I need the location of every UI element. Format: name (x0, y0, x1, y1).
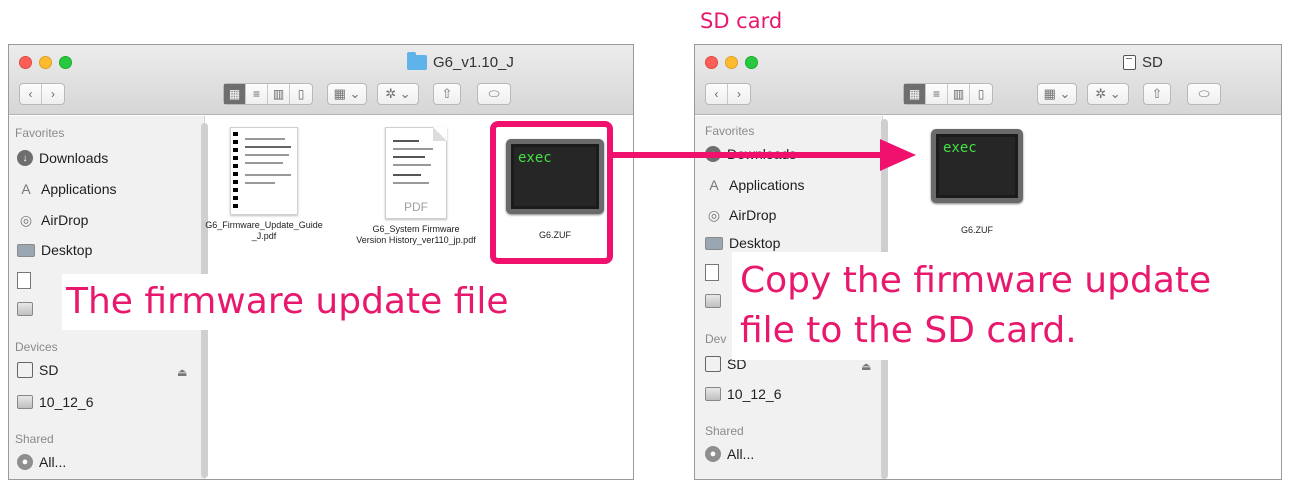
icon-view-button[interactable]: ▦ (904, 84, 926, 104)
downloads-icon: ↓ (17, 150, 33, 166)
forward-button[interactable]: › (728, 84, 750, 104)
sidebar-heading-shared: Shared (15, 432, 54, 446)
share-button[interactable]: ⇧ (433, 83, 461, 105)
folder-icon (407, 51, 427, 70)
callout-line-1: Copy the firmware update (740, 260, 1212, 301)
minimize-button[interactable] (39, 56, 52, 69)
sidebar-item-all[interactable]: ● All... (705, 446, 754, 462)
list-view-button[interactable]: ≡ (926, 84, 948, 104)
highlight-frame (490, 121, 613, 264)
sidebar-item-applications[interactable]: A Applications (17, 180, 116, 198)
column-view-button[interactable]: ▥ (948, 84, 970, 104)
callout-line-2: file to the SD card. (740, 310, 1077, 351)
view-mode-control[interactable]: ▦ ≡ ▥ ▯ (903, 83, 993, 105)
cover-flow-button[interactable]: ▯ (970, 84, 992, 104)
applications-icon: A (21, 181, 31, 197)
documents-icon (17, 272, 31, 289)
sidebar-item-documents[interactable] (705, 264, 719, 281)
view-mode-control[interactable]: ▦ ≡ ▥ ▯ (223, 83, 313, 105)
sidebar-heading-favorites: Favorites (705, 124, 755, 138)
sidebar-item-airdrop[interactable]: ◎ AirDrop (17, 211, 89, 229)
hard-drive-icon (17, 395, 33, 409)
network-icon: ● (705, 446, 721, 462)
copy-arrow-shaft (612, 152, 882, 158)
window-title: SD (1123, 51, 1163, 73)
sidebar-item-all[interactable]: ● All... (17, 454, 66, 470)
icon-view-button[interactable]: ▦ (224, 84, 246, 104)
file-name-cont: Version History_ver110_jp.pdf (356, 235, 476, 245)
share-button[interactable]: ⇧ (1143, 83, 1171, 105)
cover-flow-button[interactable]: ▯ (290, 84, 312, 104)
disk-icon (17, 362, 33, 378)
sidebar-item-desktop[interactable]: Desktop (17, 242, 92, 258)
window-toolbar: G6_v1.10_J ‹ › ▦ ≡ ▥ ▯ ▦ ⌄ ✲ ⌄ ⇧ ⬭ (9, 45, 633, 115)
sidebar-item-hidden[interactable] (705, 294, 721, 308)
desktop-icon (17, 243, 35, 257)
pdf-document-icon (230, 127, 298, 215)
file-name: G6.ZUF (960, 225, 993, 235)
drive-icon (17, 302, 33, 316)
file-name-cont: _J.pdf (251, 231, 277, 241)
callout-firmware-file: The firmware update file (62, 274, 536, 330)
eject-icon[interactable]: ⏏ (861, 360, 871, 373)
drive-icon (705, 294, 721, 308)
copy-arrow-head (880, 139, 916, 171)
sidebar-item-desktop[interactable]: Desktop (705, 235, 780, 251)
minimize-button[interactable] (725, 56, 738, 69)
sidebar-item-hidden[interactable] (17, 302, 33, 316)
documents-icon (705, 264, 719, 281)
file-g6-zuf[interactable]: exec G6.ZUF (927, 129, 1027, 236)
column-view-button[interactable]: ▥ (268, 84, 290, 104)
network-icon: ● (17, 454, 33, 470)
sidebar-item-sd[interactable]: SD (17, 362, 58, 378)
sidebar-item-applications[interactable]: A Applications (705, 176, 804, 194)
eject-icon[interactable]: ⏏ (177, 366, 187, 379)
disk-icon (705, 356, 721, 372)
back-button[interactable]: ‹ (706, 84, 728, 104)
window-title: G6_v1.10_J (407, 51, 514, 73)
sd-card-caption: SD card (700, 9, 783, 33)
action-button[interactable]: ✲ ⌄ (1087, 83, 1129, 105)
airdrop-icon: ◎ (707, 206, 721, 223)
zoom-button[interactable] (59, 56, 72, 69)
sidebar-item-airdrop[interactable]: ◎ AirDrop (705, 206, 777, 224)
back-button[interactable]: ‹ (20, 84, 42, 104)
file-guide-pdf[interactable]: G6_Firmware_Update_Guide _J.pdf (205, 127, 323, 242)
file-name: G6_System Firmware (372, 224, 460, 234)
back-forward-control[interactable]: ‹ › (19, 83, 65, 105)
sidebar-item-downloads[interactable]: ↓ Downloads (17, 150, 108, 166)
window-toolbar: SD ‹ › ▦ ≡ ▥ ▯ ▦ ⌄ ✲ ⌄ ⇧ ⬭ (695, 45, 1281, 115)
pdf-badge: PDF (404, 200, 428, 214)
sidebar-item-documents[interactable] (17, 272, 31, 289)
exec-file-icon: exec (931, 129, 1023, 203)
action-button[interactable]: ✲ ⌄ (377, 83, 419, 105)
zoom-button[interactable] (745, 56, 758, 69)
hard-drive-icon (705, 387, 721, 401)
applications-icon: A (709, 177, 719, 193)
sidebar-item-macintosh-hd[interactable]: 10_12_6 (17, 394, 94, 410)
list-view-button[interactable]: ≡ (246, 84, 268, 104)
callout-copy-instruction: Copy the firmware update file to the SD … (732, 252, 1252, 360)
forward-button[interactable]: › (42, 84, 64, 104)
sidebar-heading-devices: Dev (705, 332, 727, 346)
back-forward-control[interactable]: ‹ › (705, 83, 751, 105)
file-name: G6_Firmware_Update_Guide (205, 220, 323, 230)
arrange-button[interactable]: ▦ ⌄ (1037, 83, 1077, 105)
arrange-button[interactable]: ▦ ⌄ (327, 83, 367, 105)
close-button[interactable] (19, 56, 32, 69)
sidebar-heading-shared: Shared (705, 424, 744, 438)
pdf-file-icon: PDF (385, 127, 447, 219)
desktop-icon (705, 236, 723, 250)
sidebar-heading-devices: Devices (15, 340, 58, 354)
sidebar-item-macintosh-hd[interactable]: 10_12_6 (705, 386, 782, 402)
close-button[interactable] (705, 56, 718, 69)
sd-card-icon (1123, 54, 1136, 70)
airdrop-icon: ◎ (19, 211, 33, 228)
sidebar-heading-favorites: Favorites (15, 126, 65, 140)
tags-button[interactable]: ⬭ (1187, 83, 1221, 105)
tags-button[interactable]: ⬭ (477, 83, 511, 105)
file-version-history-pdf[interactable]: PDF G6_System Firmware Version History_v… (341, 127, 491, 246)
